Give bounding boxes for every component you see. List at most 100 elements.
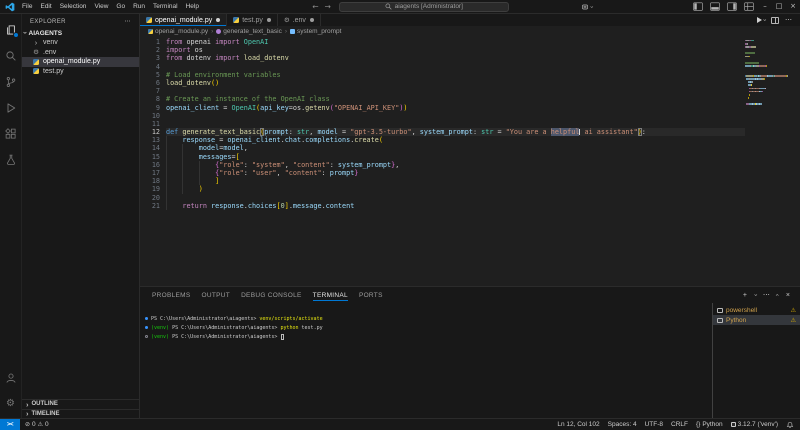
terminal-line[interactable]: PS C:\Users\Administrator\aiagents> venv… [142, 314, 712, 323]
cursor-position-status[interactable]: Ln 12, Col 102 [557, 421, 599, 428]
code-line[interactable]: load_dotenv() [166, 79, 745, 87]
command-decoration-icon[interactable] [142, 316, 151, 321]
menu-view[interactable]: View [90, 0, 112, 13]
code-line[interactable]: response = openai_client.chat.completion… [166, 136, 745, 145]
line-number[interactable]: 10 [140, 112, 160, 120]
toggle-secondary-sidebar-icon[interactable] [727, 2, 737, 11]
notifications-bell-icon[interactable] [786, 421, 794, 429]
line-number[interactable]: 17 [140, 169, 160, 177]
testing-icon[interactable] [0, 147, 22, 173]
history-forward-button[interactable]: → [324, 2, 330, 11]
language-mode-status[interactable]: {} Python [696, 421, 723, 428]
code-line[interactable]: from dotenv import load_dotenv [166, 54, 745, 62]
project-root-aiagents[interactable]: › AIAGENTS [21, 28, 139, 38]
line-number[interactable]: 4 [140, 63, 160, 71]
indentation-status[interactable]: Spaces: 4 [608, 421, 637, 428]
problems-status[interactable]: ⊘ 0 ⚠ 0 [20, 421, 49, 428]
line-number-gutter[interactable]: 1 2 3 4 5 6 7 8 9 10 11 12 13 14 15 16 17 18 19 20 21 [140, 36, 166, 286]
breadcrumb-item-generate_text_basic[interactable]: generate_text_basic [216, 28, 282, 35]
line-number[interactable]: 2 [140, 46, 160, 54]
line-number[interactable]: 19 [140, 185, 160, 193]
code-line[interactable]: # Load environment variables [166, 71, 745, 79]
run-debug-icon[interactable] [0, 95, 22, 121]
line-number[interactable]: 11 [140, 120, 160, 128]
menu-edit[interactable]: Edit [36, 0, 55, 13]
tab-openai_module.py[interactable]: openai_module.py [140, 14, 228, 26]
code-editor[interactable]: 1 2 3 4 5 6 7 8 9 10 11 12 13 14 15 16 17 18 19 20 21 from o… [140, 36, 800, 286]
line-number[interactable]: 18 [140, 177, 160, 185]
sidebar-section-timeline[interactable]: › TIMELINE [22, 408, 139, 419]
command-decoration-icon[interactable] [142, 325, 151, 330]
split-editor-icon[interactable] [771, 16, 779, 24]
menu-run[interactable]: Run [129, 0, 149, 13]
code-line[interactable]: from openai import OpenAI [166, 38, 745, 46]
menu-go[interactable]: Go [112, 0, 129, 13]
window-minimize-button[interactable]: – [758, 0, 772, 13]
code-line[interactable]: ] [166, 177, 745, 186]
code-line[interactable]: # Create an instance of the OpenAI class [166, 95, 745, 103]
code-line[interactable] [166, 112, 745, 120]
panel-tab-debug-console[interactable]: DEBUG CONSOLE [241, 288, 302, 303]
line-number[interactable]: 3 [140, 54, 160, 62]
panel-tab-ports[interactable]: PORTS [359, 288, 383, 303]
history-back-button[interactable]: ← [312, 2, 318, 11]
terminal-output[interactable]: PS C:\Users\Administrator\aiagents> venv… [140, 303, 712, 418]
code-line[interactable] [166, 120, 745, 128]
terminal-instance-powershell[interactable]: powershell ⚠ [713, 305, 800, 315]
settings-gear-icon[interactable]: ⚙ [0, 391, 22, 417]
tab-.env[interactable]: ⚙ .env [277, 14, 321, 26]
window-close-button[interactable]: × [786, 0, 800, 13]
code-line[interactable]: {"role": "system", "content": system_pro… [166, 160, 745, 169]
panel-more-actions-icon[interactable]: ⋯ [763, 291, 770, 299]
maximize-panel-icon[interactable]: › [775, 294, 781, 296]
line-number[interactable]: 12 [140, 128, 160, 136]
code-content[interactable]: from openai import OpenAI import os from d… [166, 36, 745, 286]
explorer-more-actions[interactable]: ⋯ [125, 18, 131, 25]
run-python-file-button[interactable]: › [757, 17, 767, 23]
search-view-icon[interactable] [0, 43, 22, 69]
menu-file[interactable]: File [18, 0, 36, 13]
breadcrumb-item-openai_module.py[interactable]: openai_module.py [148, 28, 208, 35]
line-number[interactable]: 14 [140, 144, 160, 152]
explorer-icon[interactable] [0, 17, 22, 43]
code-line[interactable] [166, 63, 745, 71]
code-line[interactable] [166, 193, 745, 202]
close-panel-icon[interactable]: × [786, 292, 790, 299]
line-number[interactable]: 16 [140, 161, 160, 169]
terminal-instance-python[interactable]: Python ⚠ [713, 315, 800, 325]
file-item-venv[interactable]: › venv [22, 38, 139, 48]
new-terminal-button[interactable]: + [743, 292, 747, 299]
file-item-.env[interactable]: ⚙ .env [22, 48, 139, 58]
line-number[interactable]: 5 [140, 71, 160, 79]
panel-tab-problems[interactable]: PROBLEMS [152, 288, 191, 303]
line-number[interactable]: 20 [140, 194, 160, 202]
line-number[interactable]: 21 [140, 202, 160, 210]
toggle-sidebar-icon[interactable] [693, 2, 703, 11]
code-line[interactable]: return response.choices[0].message.conte… [166, 201, 745, 210]
python-interpreter-status[interactable]: 3.12.7 ('venv') [730, 421, 778, 428]
eol-status[interactable]: CRLF [671, 421, 688, 428]
command-decoration-icon[interactable] [142, 334, 151, 339]
menu-terminal[interactable]: Terminal [149, 0, 182, 13]
sidebar-section-outline[interactable]: › OUTLINE [22, 399, 139, 409]
editor-more-actions-icon[interactable]: ⋯ [785, 16, 792, 24]
file-item-openai_module.py[interactable]: openai_module.py [22, 57, 139, 67]
remote-indicator[interactable]: >< [0, 419, 20, 430]
source-control-icon[interactable] [0, 69, 22, 95]
panel-tab-output[interactable]: OUTPUT [202, 288, 231, 303]
line-number[interactable]: 13 [140, 136, 160, 144]
accounts-icon[interactable] [0, 365, 22, 391]
encoding-status[interactable]: UTF-8 [645, 421, 663, 428]
customize-layout-icon[interactable] [744, 2, 754, 11]
line-number[interactable]: 9 [140, 104, 160, 112]
command-center-search[interactable]: aiagents [Administrator] [338, 1, 509, 12]
terminal-line[interactable]: (venv) PS C:\Users\Administrator\aiagent… [142, 323, 712, 332]
code-line[interactable]: import os [166, 46, 745, 54]
minimap[interactable] [745, 36, 795, 286]
toggle-panel-icon[interactable] [710, 2, 720, 11]
line-number[interactable]: 15 [140, 153, 160, 161]
breadcrumb-item-system_prompt[interactable]: system_prompt [290, 28, 341, 35]
code-line[interactable]: def generate_text_basic(prompt: str, mod… [166, 128, 745, 137]
line-number[interactable]: 1 [140, 38, 160, 46]
terminal-line[interactable]: (venv) PS C:\Users\Administrator\aiagent… [142, 332, 712, 341]
